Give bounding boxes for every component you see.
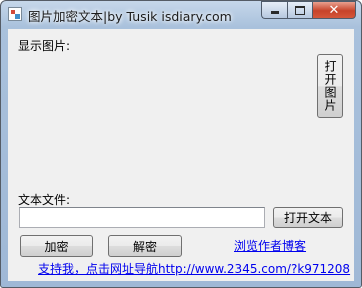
text-file-input[interactable]	[19, 207, 265, 228]
close-button[interactable]: ✕	[312, 1, 356, 19]
app-window: 图片加密文本|by Tusik isdiary.com ✕ 显示图片: 打开图片…	[0, 0, 362, 288]
decrypt-button[interactable]: 解密	[108, 235, 182, 257]
encrypt-button[interactable]: 加密	[20, 235, 93, 257]
caption-buttons: ✕	[261, 1, 356, 20]
minimize-icon	[270, 11, 279, 14]
image-label: 显示图片:	[18, 39, 71, 53]
close-icon: ✕	[328, 2, 340, 18]
maximize-icon	[295, 5, 305, 15]
open-image-button[interactable]: 打开图片	[317, 54, 343, 118]
text-file-label: 文本文件:	[18, 193, 71, 207]
title-bar[interactable]: 图片加密文本|by Tusik isdiary.com ✕	[1, 1, 361, 27]
window-title: 图片加密文本|by Tusik isdiary.com	[28, 9, 232, 24]
maximize-button[interactable]	[287, 1, 312, 19]
author-blog-link[interactable]: 浏览作者博客	[234, 237, 306, 254]
client-area: 显示图片: 打开图片 文本文件: 打开文本 加密 解密 浏览作者博客 支持我，点…	[8, 29, 354, 281]
support-nav-link[interactable]: 支持我，点击网址导航http://www.2345.com/?k971208	[38, 260, 350, 277]
open-text-button[interactable]: 打开文本	[273, 207, 343, 228]
minimize-button[interactable]	[261, 1, 287, 19]
app-image-icon[interactable]	[8, 7, 22, 21]
